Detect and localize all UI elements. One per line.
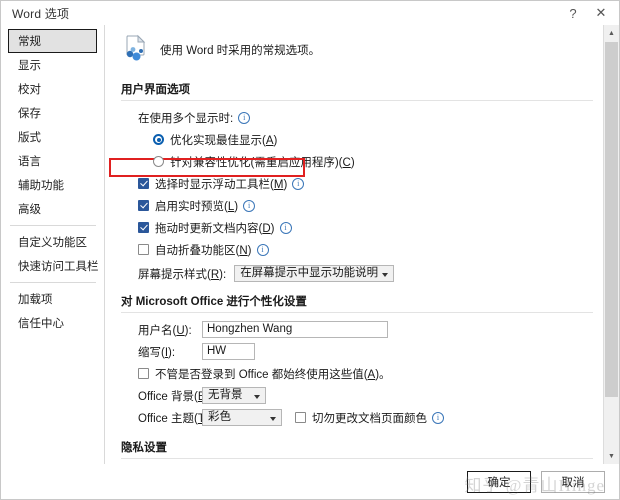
checkbox-label: 启用实时预览(L) [155,200,239,213]
title-bar-buttons: ? ✕ [559,1,615,25]
sidebar-item-quick-access-toolbar[interactable]: 快速访问工具栏 [8,254,99,278]
panel-header: 使用 Word 时采用的常规选项。 [121,34,593,67]
cancel-button[interactable]: 取消 [541,470,605,493]
sidebar-item-save[interactable]: 保存 [8,101,97,125]
office-theme-label: Office 主题(T): [138,412,212,425]
office-theme-dropdown[interactable]: 彩色 [202,409,282,426]
info-icon[interactable]: i [238,111,251,124]
checkbox-indicator[interactable] [138,178,149,189]
username-row: 用户名(U): Hongzhen Wang [138,321,593,338]
checkbox-live-preview[interactable]: 启用实时预览(L) i [138,197,593,214]
screentip-style-row: 屏幕提示样式(R): 在屏幕提示中显示功能说明 [138,265,593,282]
sidebar-separator-2 [10,282,96,283]
options-panel: 使用 Word 时采用的常规选项。 用户界面选项 在使用多个显示时: i 优化实… [105,25,603,464]
info-icon[interactable]: i [432,411,444,424]
title-bar: Word 选项 ? ✕ [1,1,619,25]
screentip-style-dropdown[interactable]: 在屏幕提示中显示功能说明 [234,265,395,282]
sidebar-item-trust-center[interactable]: 信任中心 [8,311,97,335]
radio-label: 优化实现最佳显示(A) [170,134,278,147]
checkbox-show-mini-toolbar[interactable]: 选择时显示浮动工具栏(M) i [138,175,593,192]
checkbox-indicator[interactable] [138,244,149,255]
checkbox-always-use-values[interactable]: 不管是否登录到 Office 都始终使用这些值(A)。 [138,365,593,382]
sidebar-separator-1 [10,225,96,226]
multi-display-label: 在使用多个显示时: [138,112,234,125]
help-icon[interactable]: ? [559,2,587,24]
window-title: Word 选项 [12,6,70,21]
vertical-scrollbar[interactable]: ▲ ▼ [603,25,619,464]
screentip-style-label: 屏幕提示样式(R): [138,268,227,281]
info-icon[interactable]: i [256,243,269,256]
checkbox-label: 不管是否登录到 Office 都始终使用这些值(A)。 [155,368,391,381]
sidebar-item-language[interactable]: 语言 [8,149,97,173]
info-icon[interactable]: i [243,199,256,212]
radio-optimize-compatibility[interactable]: 针对兼容性优化(需重启应用程序)(C) [153,153,593,170]
ok-button[interactable]: 确定 [467,470,531,493]
ui-section-rule [121,100,593,101]
sidebar-item-layout[interactable]: 版式 [8,125,97,149]
dialog-body: 常规 显示 校对 保存 版式 语言 辅助功能 高级 自定义功能区 快速访问工具栏… [1,25,619,464]
privacy-section-title: 隐私设置 [121,442,167,454]
sidebar-item-general[interactable]: 常规 [8,29,97,53]
sidebar-item-advanced[interactable]: 高级 [8,197,97,221]
checkbox-collapse-ribbon[interactable]: 自动折叠功能区(N) i [138,241,593,258]
office-theme-row: Office 主题(T): 彩色 切勿更改文档页面颜色 i [138,409,593,426]
personalize-section-title: 对 Microsoft Office 进行个性化设置 [121,296,307,308]
radio-label: 针对兼容性优化(需重启应用程序)(C) [170,156,355,169]
radio-optimize-best-appearance[interactable]: 优化实现最佳显示(A) [153,131,593,148]
office-background-row: Office 背景(B): 无背景 [138,387,593,404]
checkbox-indicator[interactable] [138,200,149,211]
sidebar: 常规 显示 校对 保存 版式 语言 辅助功能 高级 自定义功能区 快速访问工具栏… [1,25,105,464]
checkbox-label: 选择时显示浮动工具栏(M) [155,178,288,191]
chevron-up-icon[interactable]: ▲ [604,25,619,41]
panel-header-text: 使用 Word 时采用的常规选项。 [160,45,321,57]
checkbox-label: 自动折叠功能区(N) [155,244,252,257]
sidebar-item-display[interactable]: 显示 [8,53,97,77]
sidebar-item-proofing[interactable]: 校对 [8,77,97,101]
multi-display-label-row: 在使用多个显示时: i [138,109,593,126]
sidebar-item-accessibility[interactable]: 辅助功能 [8,173,97,197]
privacy-section-rule [121,458,593,459]
checkbox-label: 拖动时更新文档内容(D) [155,222,275,235]
initials-row: 缩写(I): HW [138,343,593,360]
office-background-dropdown[interactable]: 无背景 [202,387,266,404]
initials-input[interactable]: HW [202,343,255,360]
office-background-label: Office 背景(B): [138,390,213,403]
ui-section-title: 用户界面选项 [121,84,190,96]
general-options-icon [121,34,151,67]
checkbox-indicator[interactable] [138,222,149,233]
username-label: 用户名(U): [138,324,192,337]
checkbox-indicator[interactable] [138,368,149,379]
info-icon[interactable]: i [279,221,292,234]
close-icon[interactable]: ✕ [587,2,615,24]
checkbox-update-document-on-drag[interactable]: 拖动时更新文档内容(D) i [138,219,593,236]
radio-indicator[interactable] [153,134,164,145]
initials-label: 缩写(I): [138,346,176,359]
word-options-dialog: Word 选项 ? ✕ 常规 显示 校对 保存 版式 语言 辅助功能 高级 自定… [0,0,620,500]
username-input[interactable]: Hongzhen Wang [202,321,388,338]
sidebar-item-addins[interactable]: 加载项 [8,287,97,311]
sidebar-item-customize-ribbon[interactable]: 自定义功能区 [8,230,97,254]
radio-indicator[interactable] [153,156,164,167]
personalize-section-rule [121,312,593,313]
chevron-down-icon[interactable]: ▼ [604,448,619,464]
never-change-page-color-label: 切勿更改文档页面颜色 [312,412,427,425]
scrollbar-thumb[interactable] [605,42,618,397]
checkbox-indicator[interactable] [295,412,306,423]
dialog-footer: 知乎 @青山Hinge 确定 取消 [1,464,619,499]
info-icon[interactable]: i [292,177,305,190]
